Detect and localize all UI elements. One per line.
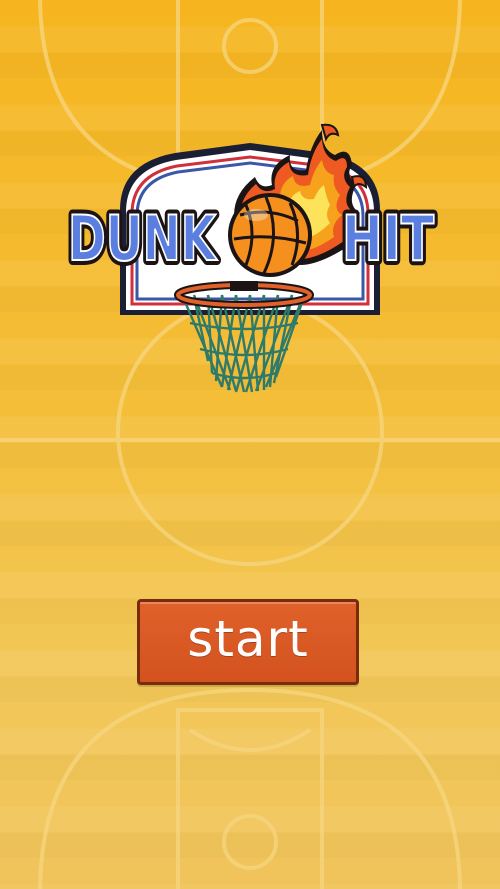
bottom-small-circle xyxy=(222,814,278,870)
start-button[interactable]: start xyxy=(137,599,359,685)
game-screen: DUNK DUNK HIT HIT start xyxy=(0,0,500,889)
dunk-hit-logo: DUNK DUNK HIT HIT xyxy=(60,115,445,415)
bottom-key-arc xyxy=(188,728,312,752)
title-left: DUNK xyxy=(68,202,217,275)
start-button-label: start xyxy=(187,610,309,668)
flaming-basketball-icon xyxy=(228,193,312,277)
top-small-circle xyxy=(222,18,278,74)
title-right: HIT xyxy=(342,202,434,275)
bottom-three-point-arc xyxy=(38,687,462,889)
